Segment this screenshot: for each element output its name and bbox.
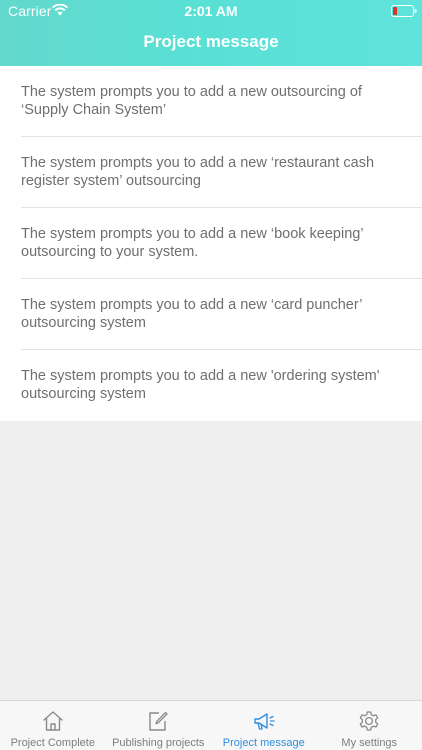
message-item[interactable]: The system prompts you to add a new ‘car… bbox=[0, 279, 422, 350]
home-icon bbox=[43, 711, 63, 731]
message-text: The system prompts you to add a new 'ord… bbox=[21, 368, 380, 402]
message-item[interactable]: The system prompts you to add a new 'ord… bbox=[0, 350, 422, 421]
tab-my-settings[interactable]: My settings bbox=[317, 701, 422, 750]
message-list: The system prompts you to add a new outs… bbox=[0, 66, 422, 421]
message-item[interactable]: The system prompts you to add a new ‘res… bbox=[0, 137, 422, 208]
tab-label: Publishing projects bbox=[112, 737, 205, 749]
tab-label: Project message bbox=[222, 737, 305, 749]
tab-label: Project Complete bbox=[10, 737, 95, 749]
edit-icon bbox=[149, 711, 168, 731]
tab-bar: Project Complete Publishing projects Pro… bbox=[0, 700, 422, 750]
message-text: The system prompts you to add a new ‘boo… bbox=[21, 226, 364, 260]
tab-project-complete[interactable]: Project Complete bbox=[0, 701, 106, 750]
page-title: Project message bbox=[143, 32, 279, 51]
status-bar: Carrier 2:01 AM bbox=[0, 0, 422, 22]
megaphone-icon bbox=[254, 713, 275, 730]
navigation-header: Carrier 2:01 AM Project message bbox=[0, 0, 422, 66]
message-text: The system prompts you to add a new ‘res… bbox=[21, 155, 375, 189]
message-text: The system prompts you to add a new ‘car… bbox=[21, 297, 362, 331]
tab-label: My settings bbox=[341, 737, 398, 749]
message-item[interactable]: The system prompts you to add a new ‘boo… bbox=[0, 208, 422, 279]
tab-publishing-projects[interactable]: Publishing projects bbox=[106, 701, 212, 750]
status-time: 2:01 AM bbox=[184, 3, 238, 19]
tab-project-message[interactable]: Project message bbox=[211, 701, 317, 750]
message-text: The system prompts you to add a new outs… bbox=[21, 84, 362, 118]
message-item[interactable]: The system prompts you to add a new outs… bbox=[0, 66, 422, 137]
gear-icon bbox=[359, 711, 379, 731]
battery-low-icon bbox=[391, 5, 417, 17]
